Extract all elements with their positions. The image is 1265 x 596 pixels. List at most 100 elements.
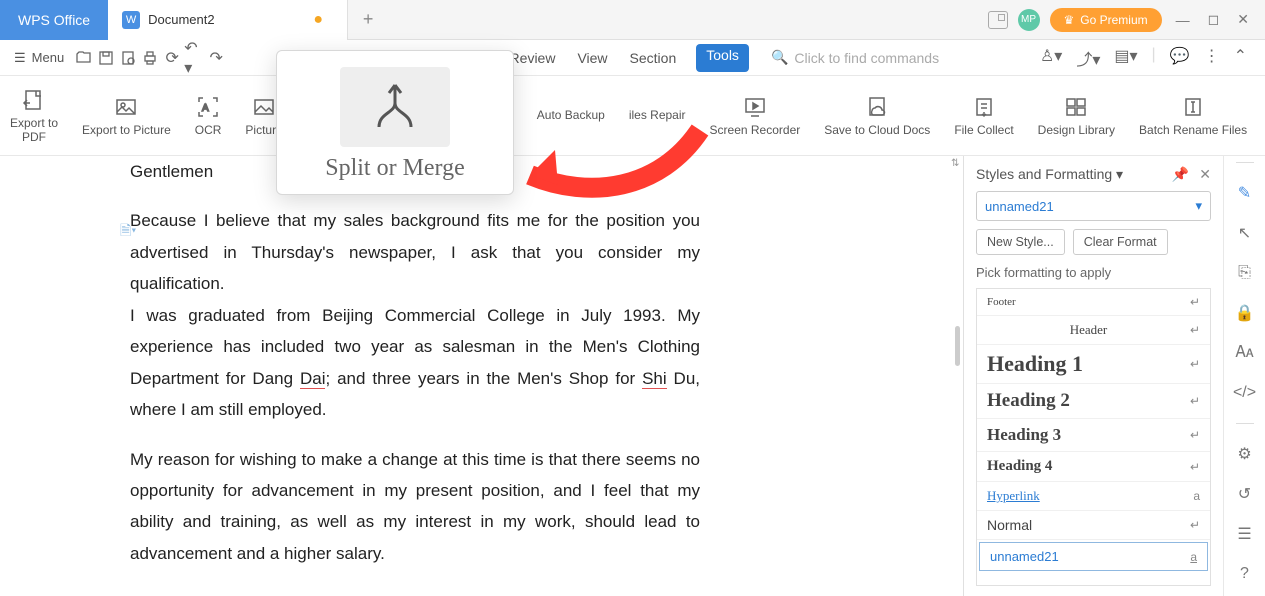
menu-button[interactable]: ☰ Menu bbox=[6, 46, 72, 70]
document-area[interactable]: 🗎▾ Gentlemen Because I believe that my s… bbox=[0, 156, 953, 596]
clipboard-icon[interactable]: ⎘ bbox=[1235, 263, 1255, 283]
tab-review[interactable]: Review bbox=[508, 44, 558, 72]
file-collect-icon bbox=[971, 94, 997, 120]
undo-icon[interactable]: ↶ ▾ bbox=[184, 48, 204, 68]
new-tab-button[interactable]: + bbox=[348, 0, 388, 40]
styles-panel-title: Styles and Formatting ▾ bbox=[976, 166, 1123, 183]
pick-formatting-label: Pick formatting to apply bbox=[976, 265, 1211, 280]
close-panel-icon[interactable]: ✕ bbox=[1199, 166, 1211, 183]
lock-icon[interactable]: 🔒 bbox=[1235, 303, 1255, 323]
styles-panel: Styles and Formatting ▾ 📌 ✕ unnamed21 ▾ … bbox=[963, 156, 1223, 596]
split-merge-label: Split or Merge bbox=[297, 155, 493, 182]
history-icon[interactable]: ↺ bbox=[1235, 484, 1255, 504]
paragraph-marker-icon[interactable]: 🗎▾ bbox=[120, 218, 136, 244]
screen-recorder-button[interactable]: Screen Recorder bbox=[710, 94, 801, 138]
minimize-button[interactable]: — bbox=[1172, 8, 1194, 32]
tab-tools[interactable]: Tools bbox=[696, 44, 749, 72]
ocr-label: OCR bbox=[195, 124, 222, 138]
file-collect-button[interactable]: File Collect bbox=[954, 94, 1013, 138]
new-style-button[interactable]: New Style... bbox=[976, 229, 1065, 255]
window-layout-icon[interactable] bbox=[988, 11, 1008, 29]
batch-rename-button[interactable]: Batch Rename Files bbox=[1139, 94, 1247, 138]
pin-icon[interactable]: 📌 bbox=[1172, 166, 1189, 183]
redo-icon[interactable]: ↷ bbox=[206, 48, 226, 68]
style-item-unnamed21[interactable]: unnamed21a bbox=[979, 542, 1208, 571]
style-item-normal[interactable]: Normal↵ bbox=[977, 511, 1210, 540]
translate-icon[interactable]: 🗛 bbox=[1235, 343, 1255, 363]
document-tab[interactable]: W Document2 ● bbox=[108, 0, 348, 40]
edit-icon[interactable]: ✎ bbox=[1235, 183, 1255, 203]
premium-label: Go Premium bbox=[1080, 13, 1147, 27]
list-icon[interactable]: ☰ bbox=[1235, 524, 1255, 544]
right-sidebar: ✎ ↖ ⎘ 🔒 🗛 </> ⚙ ↺ ☰ ? bbox=[1223, 156, 1265, 596]
menu-label: Menu bbox=[32, 50, 65, 65]
help-icon[interactable]: ? bbox=[1235, 564, 1255, 584]
close-button[interactable]: ✕ bbox=[1233, 7, 1253, 32]
hamburger-icon: ☰ bbox=[14, 50, 26, 66]
crown-icon: ♛ bbox=[1064, 13, 1075, 27]
unsaved-indicator-icon: ● bbox=[313, 11, 323, 29]
picture-icon bbox=[251, 94, 277, 120]
sliders-icon[interactable]: ⚙ bbox=[1235, 444, 1255, 464]
more-icon[interactable]: ⋮ bbox=[1204, 46, 1220, 70]
save-cloud-label: Save to Cloud Docs bbox=[824, 124, 930, 138]
paragraph-1: Because I believe that my sales backgrou… bbox=[130, 205, 700, 425]
current-style-select[interactable]: unnamed21 ▾ bbox=[976, 191, 1211, 221]
collapse-ribbon-icon[interactable]: ⌃ bbox=[1234, 46, 1247, 70]
style-item-hyperlink[interactable]: Hyperlinka bbox=[977, 482, 1210, 511]
share-icon[interactable]: ⤴▾ bbox=[1076, 46, 1100, 70]
style-item-heading3[interactable]: Heading 3↵ bbox=[977, 419, 1210, 452]
go-premium-button[interactable]: ♛ Go Premium bbox=[1050, 8, 1162, 32]
export-picture-button[interactable]: Export to Picture bbox=[82, 94, 171, 138]
print-preview-icon[interactable] bbox=[118, 48, 138, 68]
tab-section[interactable]: Section bbox=[628, 44, 679, 72]
ocr-button[interactable]: A OCR bbox=[195, 94, 222, 138]
auto-backup-button[interactable]: Auto Backup bbox=[537, 109, 605, 123]
writer-doc-icon: W bbox=[122, 11, 140, 29]
chevron-down-icon: ▾ bbox=[1195, 198, 1202, 214]
batch-rename-label: Batch Rename Files bbox=[1139, 124, 1247, 138]
split-merge-icon bbox=[340, 67, 450, 147]
style-item-heading2[interactable]: Heading 2↵ bbox=[977, 384, 1210, 419]
code-icon[interactable]: </> bbox=[1235, 383, 1255, 403]
export-picture-label: Export to Picture bbox=[82, 124, 171, 138]
style-list: Footer↵ Header↵ Heading 1↵ Heading 2↵ He… bbox=[976, 288, 1211, 586]
user-icon[interactable]: ♙▾ bbox=[1040, 46, 1062, 70]
comment-icon[interactable]: 💬 bbox=[1170, 46, 1190, 70]
style-item-heading4[interactable]: Heading 4↵ bbox=[977, 452, 1210, 482]
clear-format-button[interactable]: Clear Format bbox=[1073, 229, 1168, 255]
screen-recorder-icon bbox=[742, 94, 768, 120]
ocr-icon: A bbox=[195, 94, 221, 120]
batch-rename-icon bbox=[1180, 94, 1206, 120]
file-collect-label: File Collect bbox=[954, 124, 1013, 138]
style-item-footer[interactable]: Footer↵ bbox=[977, 289, 1210, 316]
panel-splitter[interactable] bbox=[953, 156, 963, 596]
save-cloud-button[interactable]: Save to Cloud Docs bbox=[824, 94, 930, 138]
paragraph-3: I am happy to refer you upon your reques… bbox=[130, 587, 700, 596]
paragraph-2: My reason for wishing to make a change a… bbox=[130, 444, 700, 570]
tab-view[interactable]: View bbox=[575, 44, 609, 72]
screen-recorder-label: Screen Recorder bbox=[710, 124, 801, 138]
avatar[interactable]: MP bbox=[1018, 9, 1040, 31]
command-search[interactable]: 🔍 Click to find commands bbox=[771, 49, 939, 66]
app-badge[interactable]: WPS Office bbox=[0, 0, 108, 40]
divider: | bbox=[1152, 46, 1156, 70]
design-library-button[interactable]: Design Library bbox=[1038, 94, 1115, 138]
save-icon[interactable] bbox=[96, 48, 116, 68]
open-icon[interactable] bbox=[74, 48, 94, 68]
pdf-icon bbox=[21, 87, 47, 113]
cursor-icon[interactable]: ↖ bbox=[1235, 223, 1255, 243]
maximize-button[interactable]: ◻ bbox=[1204, 7, 1224, 32]
refresh-icon[interactable]: ⟳ bbox=[162, 48, 182, 68]
export-pdf-button[interactable]: Export to PDF bbox=[10, 87, 58, 145]
style-item-header[interactable]: Header↵ bbox=[977, 316, 1210, 345]
files-repair-button[interactable]: iles Repair bbox=[629, 109, 686, 123]
stack-icon[interactable]: ▤▾ bbox=[1114, 46, 1137, 70]
picture-export-icon bbox=[113, 94, 139, 120]
files-repair-label: iles Repair bbox=[629, 109, 686, 123]
style-item-heading1[interactable]: Heading 1↵ bbox=[977, 345, 1210, 384]
split-merge-tooltip: Split or Merge bbox=[276, 50, 514, 195]
print-icon[interactable] bbox=[140, 48, 160, 68]
cloud-icon bbox=[864, 94, 890, 120]
export-pdf-label: Export to PDF bbox=[10, 117, 58, 145]
